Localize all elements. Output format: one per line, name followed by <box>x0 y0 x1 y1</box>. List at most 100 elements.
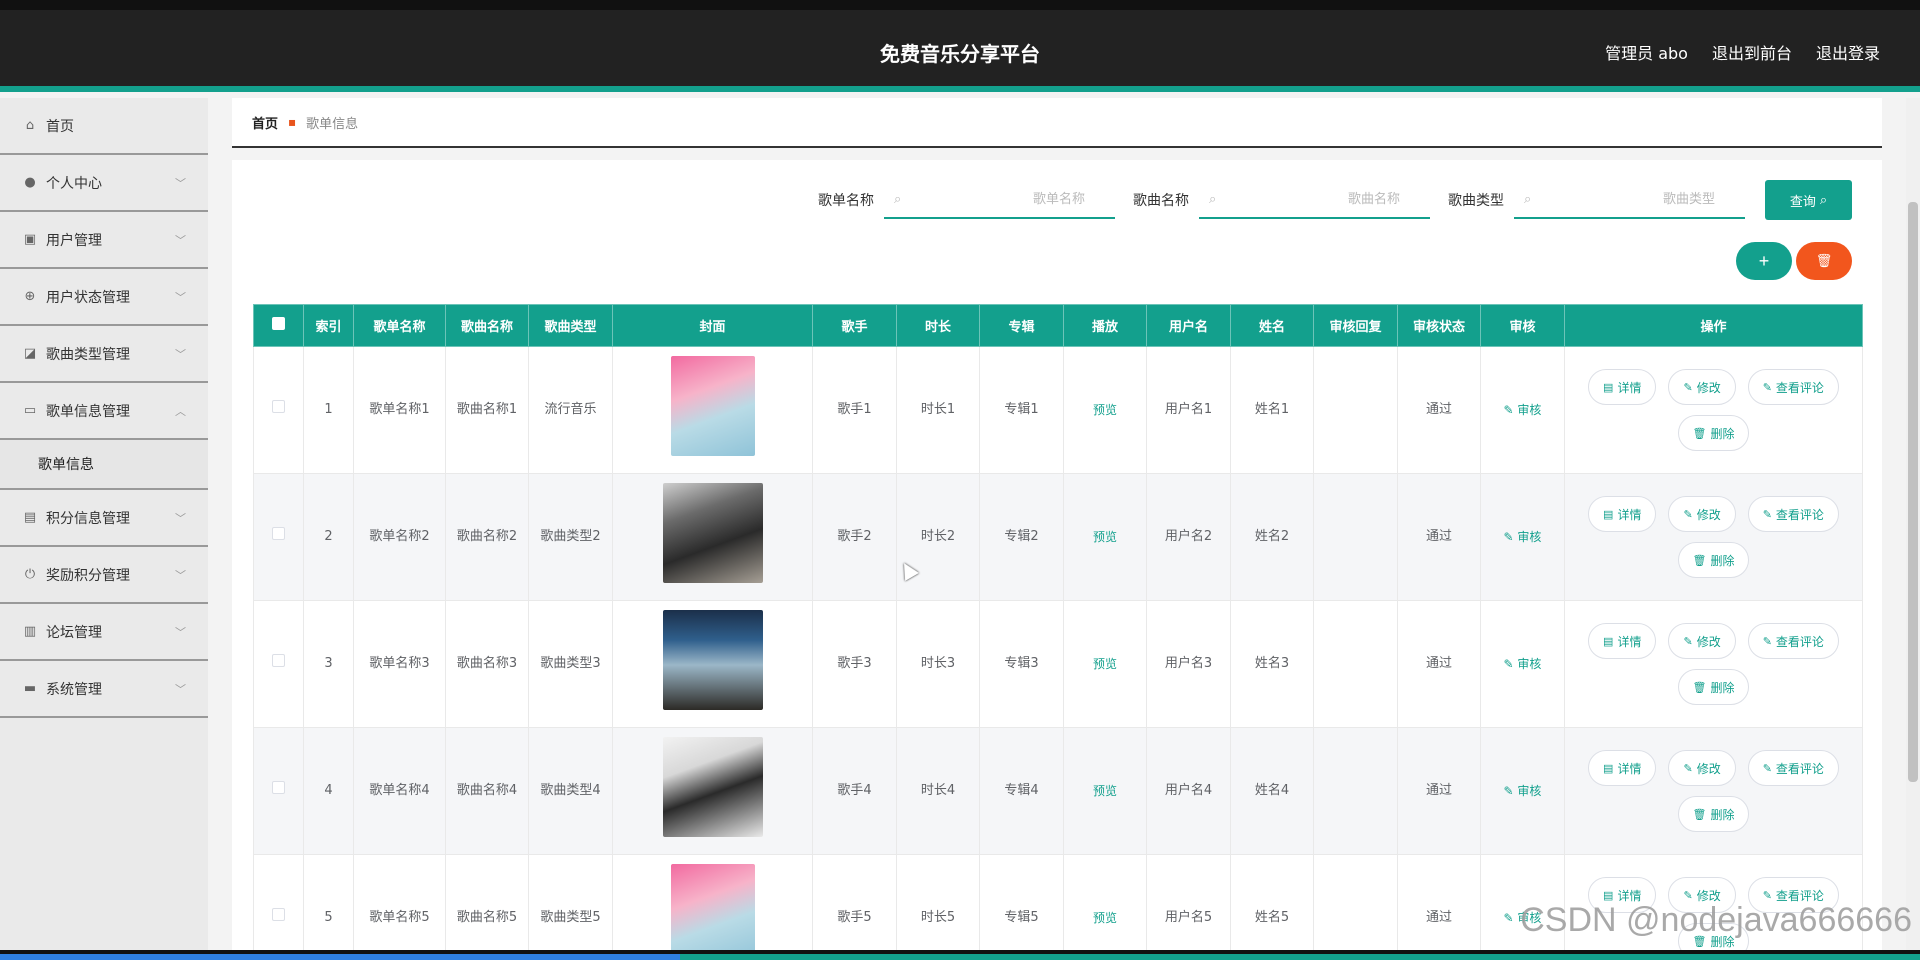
search-group: 歌曲类型 ⌕ <box>1448 181 1745 219</box>
column-header: 歌曲类型 <box>528 304 613 347</box>
preview-link[interactable]: 预览 <box>1093 911 1117 925</box>
sidebar-subitem-playlist-info[interactable]: 歌单信息 <box>0 440 208 490</box>
table-cell-duration: 时长1 <box>896 346 980 474</box>
admin-label: 管理员 abo <box>1605 44 1688 63</box>
content-panel: 歌单名称⌕歌曲名称⌕歌曲类型⌕查询⌕ + 🗑 索引歌单名称歌曲名称歌曲类型封面歌… <box>232 160 1882 950</box>
pencil-icon: ✎ <box>1762 635 1772 648</box>
column-header: 审核回复 <box>1313 304 1398 347</box>
search-input[interactable] <box>1514 181 1745 217</box>
delete-button[interactable]: 🗑 删除 <box>1677 796 1750 832</box>
edit-button-label: 修改 <box>1696 507 1721 522</box>
table-row: 3 歌单名称3 歌曲名称3 歌曲类型3 歌手3 时长3 专辑3 预览 用户名3 姓名3 通过 ✎ 审核… <box>253 600 1863 728</box>
table-header-row: 索引 歌单名称 歌曲名称 歌曲类型 封面 歌手 时长 专辑 播放 用户名 姓名 审核回复 审核状态 审核操… <box>253 304 1863 347</box>
edit-button[interactable]: ✎ 修改 <box>1668 369 1736 405</box>
select-cell <box>253 346 304 474</box>
view-comments-button[interactable]: ✎ 查看评论 <box>1747 369 1839 405</box>
preview-link[interactable]: 预览 <box>1093 403 1117 417</box>
sidebar-item[interactable]: ◪ 歌曲类型管理 ﹀ <box>0 326 208 383</box>
sidebar-item[interactable]: ⊕ 用户状态管理 ﹀ <box>0 269 208 326</box>
audit-link[interactable]: ✎ 审核 <box>1504 403 1542 417</box>
preview-link[interactable]: 预览 <box>1093 530 1117 544</box>
delete-button[interactable]: 🗑 删除 <box>1677 669 1750 705</box>
users-icon: ▣ <box>23 232 37 247</box>
preview-link[interactable]: 预览 <box>1093 784 1117 798</box>
add-button[interactable]: + <box>1736 242 1792 280</box>
sidebar-item[interactable]: ▥ 论坛管理 ﹀ <box>0 604 208 661</box>
detail-button[interactable]: ▤ 详情 <box>1588 623 1657 659</box>
exit-to-front-link[interactable]: 退出到前台 <box>1712 40 1792 64</box>
search-input[interactable] <box>1199 181 1430 217</box>
row-checkbox[interactable] <box>272 654 285 667</box>
sidebar-item-label: 奖励积分管理 <box>46 567 130 584</box>
chevron-down-icon: ﹀ <box>175 177 186 190</box>
play-cell: 预览 <box>1063 600 1147 728</box>
query-button[interactable]: 查询 ⌕ <box>1765 180 1852 220</box>
view-comments-button[interactable]: ✎ 查看评论 <box>1747 623 1839 659</box>
chevron-down-icon: ﹀ <box>175 234 186 247</box>
table-cell-reply <box>1313 854 1398 950</box>
table-cell-song: 歌曲名称1 <box>445 346 529 474</box>
play-cell: 预览 <box>1063 473 1147 601</box>
scrollbar-track[interactable] <box>1906 98 1920 950</box>
edit-button[interactable]: ✎ 修改 <box>1668 496 1736 532</box>
logout-link[interactable]: 退出登录 <box>1816 40 1880 64</box>
select-all-checkbox[interactable] <box>272 317 285 330</box>
row-checkbox[interactable] <box>272 400 285 413</box>
detail-button[interactable]: ▤ 详情 <box>1588 369 1657 405</box>
edit-button[interactable]: ✎ 修改 <box>1668 750 1736 786</box>
edit-button-label: 修改 <box>1696 380 1721 395</box>
select-cell <box>253 854 304 950</box>
pencil-icon: ✎ <box>1683 762 1693 775</box>
table-cell-index: 5 <box>303 854 354 950</box>
row-checkbox[interactable] <box>272 908 285 921</box>
audit-link[interactable]: ✎ 审核 <box>1504 657 1542 671</box>
document-icon: ▤ <box>1603 635 1614 648</box>
app-window: 免费音乐分享平台 管理员 abo 退出到前台 退出登录 ⌂ 首页 ● 个人中心 ﹀ ▣ 用户… <box>0 10 1920 950</box>
sidebar-item[interactable]: ● 个人中心 ﹀ <box>0 155 208 212</box>
sidebar-item[interactable]: ⏻ 奖励积分管理 ﹀ <box>0 547 208 604</box>
table-cell-status: 通过 <box>1397 346 1481 474</box>
table-cell-playlist: 歌单名称2 <box>353 473 446 601</box>
sidebar-item[interactable]: ▤ 积分信息管理 ﹀ <box>0 490 208 547</box>
edit-button[interactable]: ✎ 修改 <box>1668 623 1736 659</box>
delete-button[interactable]: 🗑 删除 <box>1677 415 1750 451</box>
search-icon: ⌕ <box>1819 192 1828 207</box>
column-header: 时长 <box>896 304 980 347</box>
preview-link[interactable]: 预览 <box>1093 657 1117 671</box>
edit-icon: ✎ <box>1503 529 1518 544</box>
document-icon: ▤ <box>1603 381 1614 394</box>
detail-button[interactable]: ▤ 详情 <box>1588 750 1657 786</box>
target-icon: ⊕ <box>24 289 36 304</box>
pencil-icon: ✎ <box>1762 381 1772 394</box>
audit-label: 审核 <box>1517 529 1542 544</box>
bottom-progress-fill <box>0 954 680 960</box>
trash-icon: 🗑 <box>1692 427 1707 440</box>
sidebar-item[interactable]: ▭ 歌单信息管理 ︿ <box>0 383 208 440</box>
row-checkbox[interactable] <box>272 527 285 540</box>
search-input[interactable] <box>884 181 1115 217</box>
search-label: 歌单名称 <box>818 193 874 209</box>
edit-button-label: 修改 <box>1696 761 1721 776</box>
view-comments-button[interactable]: ✎ 查看评论 <box>1747 750 1839 786</box>
scrollbar-thumb[interactable] <box>1908 202 1918 782</box>
audit-link[interactable]: ✎ 审核 <box>1504 784 1542 798</box>
cover-image <box>670 356 755 456</box>
pencil-icon: ✎ <box>1762 762 1772 775</box>
audit-link[interactable]: ✎ 审核 <box>1504 530 1542 544</box>
select-cell <box>253 473 304 601</box>
bulk-delete-button[interactable]: 🗑 <box>1796 242 1852 280</box>
table-cell-status: 通过 <box>1397 727 1481 855</box>
sidebar-item[interactable]: ▣ 用户管理 ﹀ <box>0 212 208 269</box>
playlist-table: 索引 歌单名称 歌曲名称 歌曲类型 封面 歌手 时长 专辑 播放 用户名 姓名 审核回复 审核状态 审核操… <box>253 304 1863 950</box>
delete-button[interactable]: 🗑 删除 <box>1677 542 1750 578</box>
chevron-down-icon: ﹀ <box>175 348 186 361</box>
row-checkbox[interactable] <box>272 781 285 794</box>
view-comments-button[interactable]: ✎ 查看评论 <box>1747 496 1839 532</box>
document-icon: ▤ <box>1603 762 1614 775</box>
sidebar-item[interactable]: ▬ 系统管理 ﹀ <box>0 661 208 718</box>
sidebar-item[interactable]: ⌂ 首页 <box>0 98 208 155</box>
detail-button[interactable]: ▤ 详情 <box>1588 496 1657 532</box>
breadcrumb-home[interactable]: 首页 <box>252 113 278 132</box>
detail-button-label: 详情 <box>1617 507 1642 522</box>
cover-image <box>662 737 763 837</box>
